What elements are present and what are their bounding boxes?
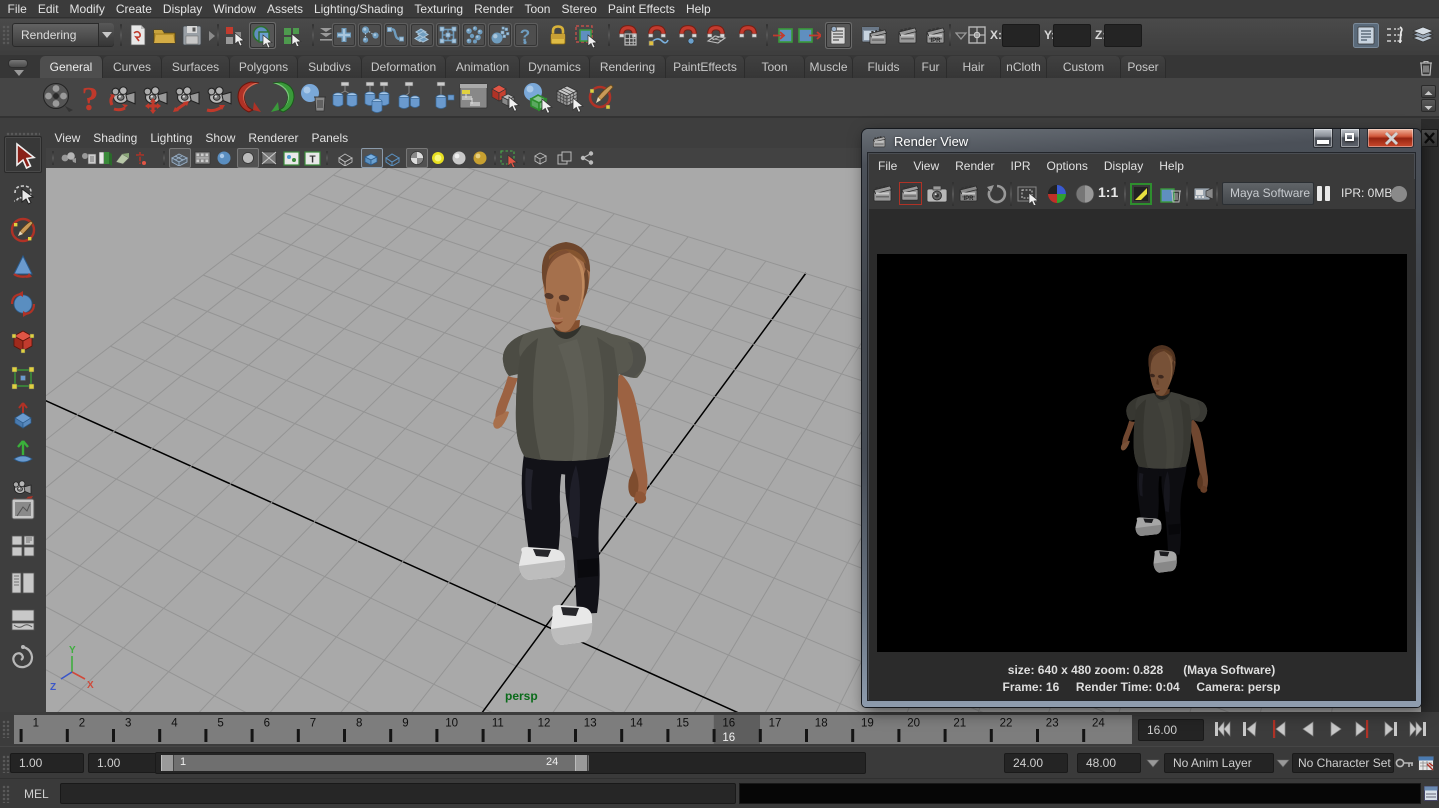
svg-text:18: 18 [815, 718, 828, 730]
svg-text:10: 10 [445, 718, 458, 730]
svg-text:14: 14 [630, 718, 643, 730]
svg-text:6: 6 [264, 718, 270, 730]
svg-text:21: 21 [953, 718, 966, 730]
svg-text:9: 9 [402, 718, 408, 730]
svg-text:20: 20 [907, 718, 920, 730]
svg-text:T: T [309, 155, 315, 166]
svg-text:16: 16 [722, 732, 735, 744]
svg-text:?: ? [82, 81, 99, 115]
svg-text:24: 24 [1092, 718, 1105, 730]
svg-text:15: 15 [676, 718, 689, 730]
svg-text:1: 1 [33, 718, 39, 730]
svg-text:Y: Y [69, 645, 76, 656]
svg-text:3: 3 [125, 718, 131, 730]
svg-text:23: 23 [1046, 718, 1059, 730]
svg-text:IPR: IPR [963, 196, 974, 202]
svg-text:7: 7 [310, 718, 316, 730]
svg-text:8: 8 [356, 718, 362, 730]
svg-text:13: 13 [584, 718, 597, 730]
svg-text:X: X [87, 680, 94, 691]
svg-text:17: 17 [769, 718, 782, 730]
svg-text:2: 2 [79, 718, 85, 730]
svg-text:11: 11 [492, 718, 504, 730]
svg-text:16: 16 [722, 718, 735, 730]
svg-text:22: 22 [1000, 718, 1013, 730]
svg-text:IPR: IPR [930, 38, 941, 44]
svg-text:19: 19 [861, 718, 874, 730]
svg-text:4: 4 [171, 718, 178, 730]
svg-text:5: 5 [217, 718, 223, 730]
svg-text:12: 12 [538, 718, 551, 730]
svg-text:Z: Z [50, 682, 56, 693]
svg-text:persp: persp [505, 689, 538, 703]
